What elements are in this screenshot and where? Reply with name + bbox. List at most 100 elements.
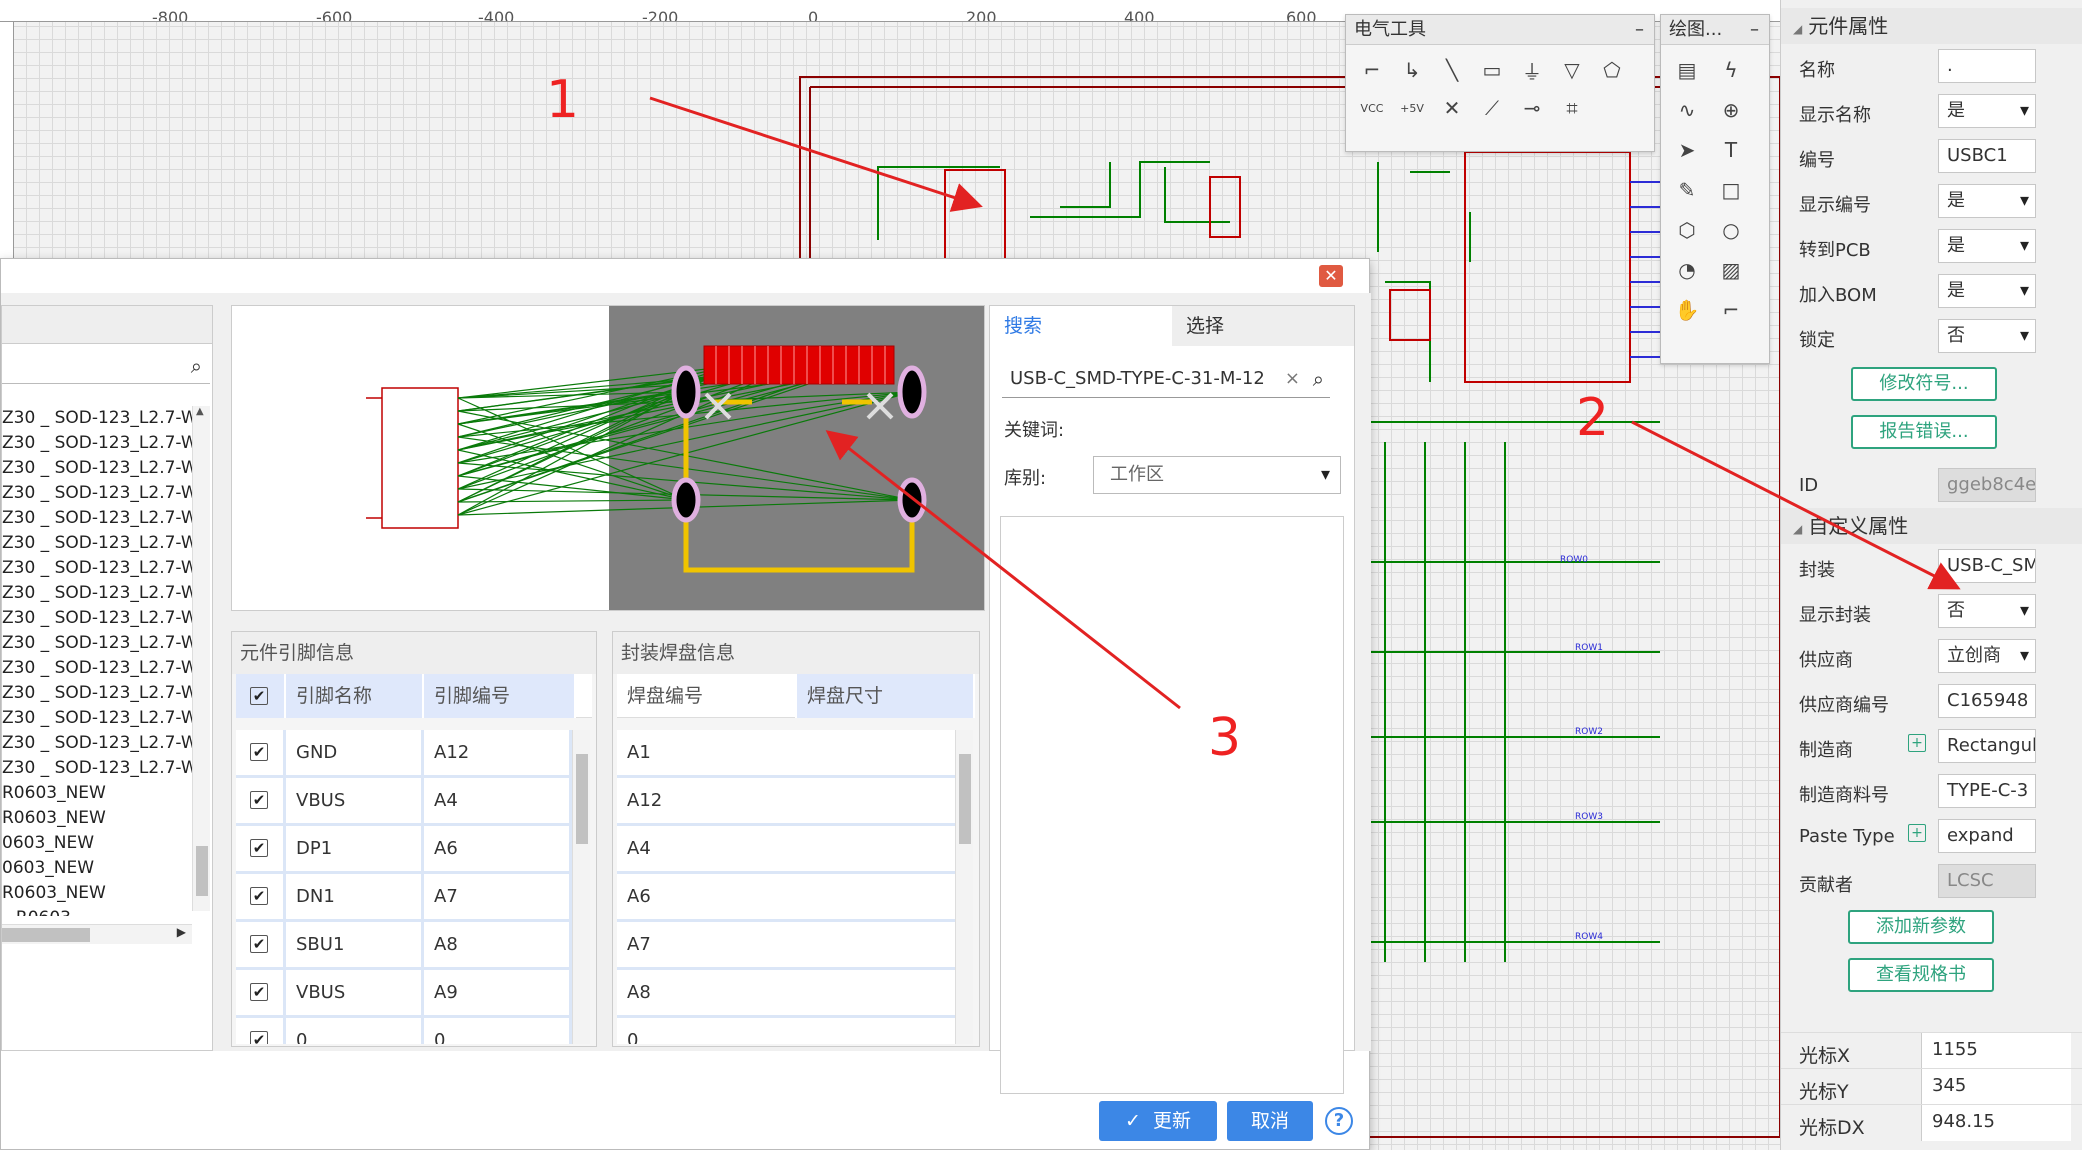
add-param-button[interactable]: 添加新参数	[1848, 910, 1994, 944]
table-row[interactable]: A7	[617, 922, 955, 970]
row-checkbox[interactable]: ✔	[250, 839, 268, 857]
rectangle-icon[interactable]: □	[1713, 173, 1749, 207]
table-row[interactable]: A1	[617, 730, 955, 778]
update-button[interactable]: ✓ 更新	[1099, 1101, 1217, 1141]
hand-icon[interactable]: ✋	[1669, 293, 1705, 327]
pie-icon[interactable]: ◔	[1669, 253, 1705, 287]
list-item[interactable]: Z30 _ SOD-123_L2.7-W	[2, 631, 192, 656]
list-item[interactable]: Z30 _ SOD-123_L2.7-W	[2, 581, 192, 606]
minimize-button[interactable]: –	[1750, 15, 1759, 45]
list-item[interactable]: Z30 _ SOD-123_L2.7-W	[2, 406, 192, 431]
probe-icon[interactable]: ⟋	[1474, 91, 1510, 125]
list-item[interactable]: Z30 _ SOD-123_L2.7-W	[2, 431, 192, 456]
report-error-button[interactable]: 报告错误...	[1851, 415, 1997, 449]
table-row[interactable]: A8	[617, 970, 955, 1018]
table-row[interactable]: A12	[617, 778, 955, 826]
row-checkbox[interactable]: ✔	[250, 791, 268, 809]
list-item[interactable]: 0603_NEW	[2, 831, 192, 856]
bus-entry-icon[interactable]: ↳	[1394, 53, 1430, 87]
list-item[interactable]: Z30 _ SOD-123_L2.7-W	[2, 656, 192, 681]
tab-select[interactable]: 选择	[1172, 306, 1354, 346]
prop-field[interactable]: Rectangul	[1938, 729, 2036, 763]
pad-table-scrollbar[interactable]	[955, 730, 973, 1044]
select-all-checkbox[interactable]: ✔	[250, 687, 268, 705]
net-port-icon[interactable]: ⬠	[1594, 53, 1630, 87]
list-item[interactable]: R0603_NEW	[2, 781, 192, 806]
scroll-right-icon[interactable]: ▶	[177, 925, 186, 939]
ground-triangle-icon[interactable]: ▽	[1554, 53, 1590, 87]
modify-symbol-button[interactable]: 修改符号...	[1851, 367, 1997, 401]
row-checkbox[interactable]: ✔	[250, 983, 268, 1001]
section-header-custom-props[interactable]: ◢ 自定义属性	[1781, 508, 2082, 544]
search-icon[interactable]: ⌕	[191, 354, 202, 378]
net-label-icon[interactable]: ▭	[1474, 53, 1510, 87]
arrow-icon[interactable]: ➤	[1669, 133, 1705, 167]
prop-select[interactable]: 是	[1938, 229, 2036, 263]
row-checkbox-cell[interactable]: ✔	[236, 970, 286, 1015]
add-icon[interactable]: +	[1908, 824, 1926, 842]
table-row[interactable]: A6	[617, 874, 955, 922]
list-item[interactable]: Z30 _ SOD-123_L2.7-W	[2, 556, 192, 581]
prop-field[interactable]: .	[1938, 49, 2036, 83]
row-checkbox-cell[interactable]: ✔	[236, 730, 286, 775]
list-item[interactable]: Z30 _ SOD-123_L2.7-W	[2, 481, 192, 506]
prop-select[interactable]: 否	[1938, 594, 2036, 628]
list-item[interactable]: Z30 _ SOD-123_L2.7-W	[2, 606, 192, 631]
list-item[interactable]: _ R0603	[2, 906, 192, 916]
list-item[interactable]: Z30 _ SOD-123_L2.7-W	[2, 731, 192, 756]
row-checkbox[interactable]: ✔	[250, 1031, 268, 1044]
prop-field[interactable]: C165948	[1938, 684, 2036, 718]
list-item[interactable]: Z30 _ SOD-123_L2.7-W	[2, 756, 192, 781]
component-icon[interactable]: ⌗	[1554, 91, 1590, 125]
prop-select[interactable]: 是	[1938, 94, 2036, 128]
add-icon[interactable]: +	[1908, 734, 1926, 752]
scroll-thumb[interactable]	[959, 754, 971, 844]
circle-icon[interactable]: ○	[1713, 213, 1749, 247]
tab-search[interactable]: 搜索	[990, 306, 1172, 346]
row-checkbox-cell[interactable]: ✔	[236, 826, 286, 871]
polygon-icon[interactable]: ⬡	[1669, 213, 1705, 247]
table-row[interactable]: ✔ VBUS A9	[236, 970, 572, 1018]
list-item[interactable]: Z30 _ SOD-123_L2.7-W	[2, 681, 192, 706]
list-item[interactable]: Z30 _ SOD-123_L2.7-W	[2, 456, 192, 481]
search-icon[interactable]: ⌕	[1313, 360, 1324, 398]
list-search-input[interactable]: ⌕	[2, 350, 210, 384]
list-item[interactable]: Z30 _ SOD-123_L2.7-W	[2, 506, 192, 531]
hscroll-thumb[interactable]	[2, 928, 90, 942]
list-item[interactable]: Z30 _ SOD-123_L2.7-W	[2, 706, 192, 731]
list-item[interactable]: R0603_NEW	[2, 881, 192, 906]
close-button[interactable]: ✕	[1319, 265, 1343, 287]
prop-select[interactable]: 是	[1938, 274, 2036, 308]
table-row[interactable]: ✔ 0 0	[236, 1018, 572, 1044]
cancel-button[interactable]: 取消	[1227, 1101, 1313, 1141]
arc-icon[interactable]: ⊕	[1713, 93, 1749, 127]
prop-select[interactable]: 否	[1938, 319, 2036, 353]
help-icon[interactable]: ?	[1325, 1107, 1353, 1135]
list-hscrollbar[interactable]: ▶	[2, 924, 192, 944]
table-row[interactable]: 0	[617, 1018, 955, 1044]
section-header-component-props[interactable]: ◢ 元件属性	[1781, 8, 2082, 44]
prop-field[interactable]: expand	[1938, 819, 2036, 853]
wire-tool-icon[interactable]: ⌐	[1354, 53, 1390, 87]
prop-field[interactable]: USB-C_SM	[1938, 549, 2036, 583]
list-item[interactable]: R0603_NEW	[2, 806, 192, 831]
pin-table-scrollbar[interactable]	[572, 730, 590, 1044]
row-checkbox[interactable]: ✔	[250, 743, 268, 761]
no-connect-icon[interactable]: ✕	[1434, 91, 1470, 125]
minimize-button[interactable]: –	[1635, 15, 1644, 45]
scroll-up-icon[interactable]: ▲	[196, 406, 208, 417]
view-datasheet-button[interactable]: 查看规格书	[1848, 958, 1994, 992]
bezier-icon[interactable]: ∿	[1669, 93, 1705, 127]
image-frame-icon[interactable]: ▤	[1669, 53, 1705, 87]
row-checkbox-cell[interactable]: ✔	[236, 874, 286, 919]
pin-icon[interactable]: ⊸	[1514, 91, 1550, 125]
line-icon[interactable]: ╲	[1434, 53, 1470, 87]
dimension-icon[interactable]: ⌐	[1713, 293, 1749, 327]
polyline-icon[interactable]: ϟ	[1713, 53, 1749, 87]
scroll-thumb[interactable]	[576, 754, 588, 844]
list-scrollbar[interactable]: ▲	[192, 406, 210, 911]
list-item[interactable]: Z30 _ SOD-123_L2.7-W	[2, 531, 192, 556]
table-row[interactable]: ✔ DN1 A7	[236, 874, 572, 922]
row-checkbox-cell[interactable]: ✔	[236, 778, 286, 823]
table-row[interactable]: ✔ GND A12	[236, 730, 572, 778]
